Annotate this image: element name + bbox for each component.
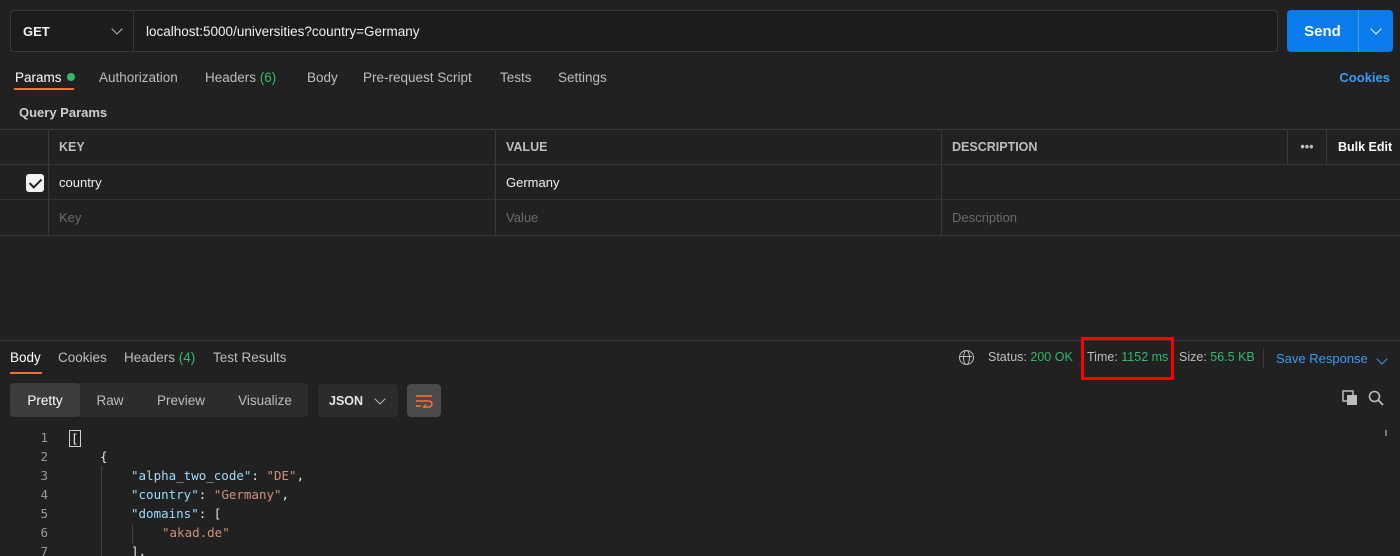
line-number: 7 [40,544,48,556]
active-response-tab-indicator [10,372,42,374]
view-pretty-button[interactable]: Pretty [10,383,80,417]
param-value[interactable]: Germany [495,165,941,199]
new-value-input[interactable]: Value [495,200,941,235]
size-value: 56.5 KB [1210,350,1255,364]
code-line-1: [ [69,430,81,447]
chevron-down-icon [374,392,386,405]
line-number: 1 [40,430,48,445]
indent-guide [101,466,102,556]
status-label: Status: [988,350,1027,364]
tab-headers[interactable]: Headers (6) [205,70,276,85]
tab-tests[interactable]: Tests [500,70,532,85]
view-mode-segmented-control: Pretty Raw Preview Visualize [10,383,308,417]
code-line-5: "domains": [ [131,506,222,521]
format-label: JSON [329,393,364,408]
tab-response-headers[interactable]: Headers (4) [124,350,195,365]
method-label: GET [23,23,50,39]
json-string: "Germany" [213,487,282,502]
line-number: 6 [40,525,48,540]
format-select[interactable]: JSON [318,384,398,417]
column-header-key: KEY [48,130,495,164]
save-response-button[interactable]: Save Response [1276,351,1388,366]
json-object-open: { [100,449,108,464]
url-input[interactable] [134,11,1277,51]
time-highlight-box [1081,337,1174,380]
line-number: 5 [40,506,48,521]
view-visualize-button[interactable]: Visualize [222,383,308,417]
search-icon[interactable] [1368,390,1384,406]
active-tab-indicator [14,88,74,90]
send-button-group: Send [1287,10,1393,52]
copy-icon[interactable] [1342,390,1358,406]
status-info[interactable]: Status: 200 OK [988,350,1073,364]
param-key[interactable]: country [48,165,495,199]
code-line-4: "country": "Germany", [131,487,290,502]
json-string: "DE" [266,468,297,483]
tab-body[interactable]: Body [307,70,338,85]
request-url-bar: GET [10,10,1278,52]
tab-response-body[interactable]: Body [10,350,41,365]
line-number: 4 [40,487,48,502]
params-active-dot [66,73,75,81]
scrollbar[interactable] [1385,430,1387,436]
indent-guide [132,524,133,544]
send-button[interactable]: Send [1287,10,1358,52]
request-tabs: Params Authorization Headers (6) Body Pr… [0,62,1400,94]
response-divider [0,340,1400,341]
size-info[interactable]: Size: 56.5 KB [1179,350,1255,364]
json-array-close: ], [131,544,147,556]
separator [1263,348,1264,368]
cookies-link[interactable]: Cookies [1339,70,1390,85]
chevron-down-icon [111,23,123,35]
globe-icon[interactable] [959,350,974,365]
table-header-row: KEY VALUE DESCRIPTION ••• Bulk Edit [0,130,1400,165]
tab-response-cookies[interactable]: Cookies [58,350,107,365]
bulk-edit-button[interactable]: Bulk Edit [1326,130,1400,164]
tab-params-label: Params [15,70,62,85]
tab-headers-label: Headers [205,70,257,85]
json-key: "alpha_two_code" [131,468,252,483]
headers-count: (6) [259,70,277,85]
param-description[interactable] [941,165,1400,199]
tab-params[interactable]: Params [15,70,75,85]
query-params-title: Query Params [19,105,108,120]
status-value: 200 OK [1030,350,1073,364]
wrap-lines-button[interactable] [407,384,441,417]
view-raw-button[interactable]: Raw [80,383,140,417]
chevron-down-icon [1370,23,1382,35]
size-label: Size: [1179,350,1207,364]
json-key: "country" [131,487,199,502]
new-key-input[interactable]: Key [48,200,495,235]
json-key: "domains" [131,506,199,521]
method-select[interactable]: GET [11,11,134,51]
code-line-3: "alpha_two_code": "DE", [131,468,305,483]
tab-settings[interactable]: Settings [558,70,607,85]
response-body-code[interactable]: 1 2 3 4 5 6 7 [ { "alpha_two_code": "DE"… [0,428,1400,556]
more-options-icon[interactable]: ••• [1287,130,1326,164]
table-row-empty: Key Value Description [0,200,1400,235]
json-array-open: [ [69,430,81,447]
column-header-description: DESCRIPTION [941,130,1287,164]
query-params-table: KEY VALUE DESCRIPTION ••• Bulk Edit coun… [0,129,1400,236]
line-number: 2 [40,449,48,464]
tab-test-results[interactable]: Test Results [213,350,287,365]
param-enabled-checkbox[interactable] [26,174,44,192]
view-preview-button[interactable]: Preview [140,383,222,417]
response-headers-count: (4) [178,350,196,365]
line-number: 3 [40,468,48,483]
tab-response-headers-label: Headers [124,350,176,365]
tab-authorization[interactable]: Authorization [99,70,178,85]
send-options-button[interactable] [1358,10,1393,52]
tab-pre-request-script[interactable]: Pre-request Script [363,70,472,85]
chevron-down-icon [1376,353,1388,365]
json-string: "akad.de" [162,525,230,540]
wrap-lines-icon [416,394,433,408]
table-row: country Germany [0,165,1400,200]
save-response-label: Save Response [1276,351,1368,366]
new-description-input[interactable]: Description [941,200,1400,235]
column-header-value: VALUE [495,130,941,164]
